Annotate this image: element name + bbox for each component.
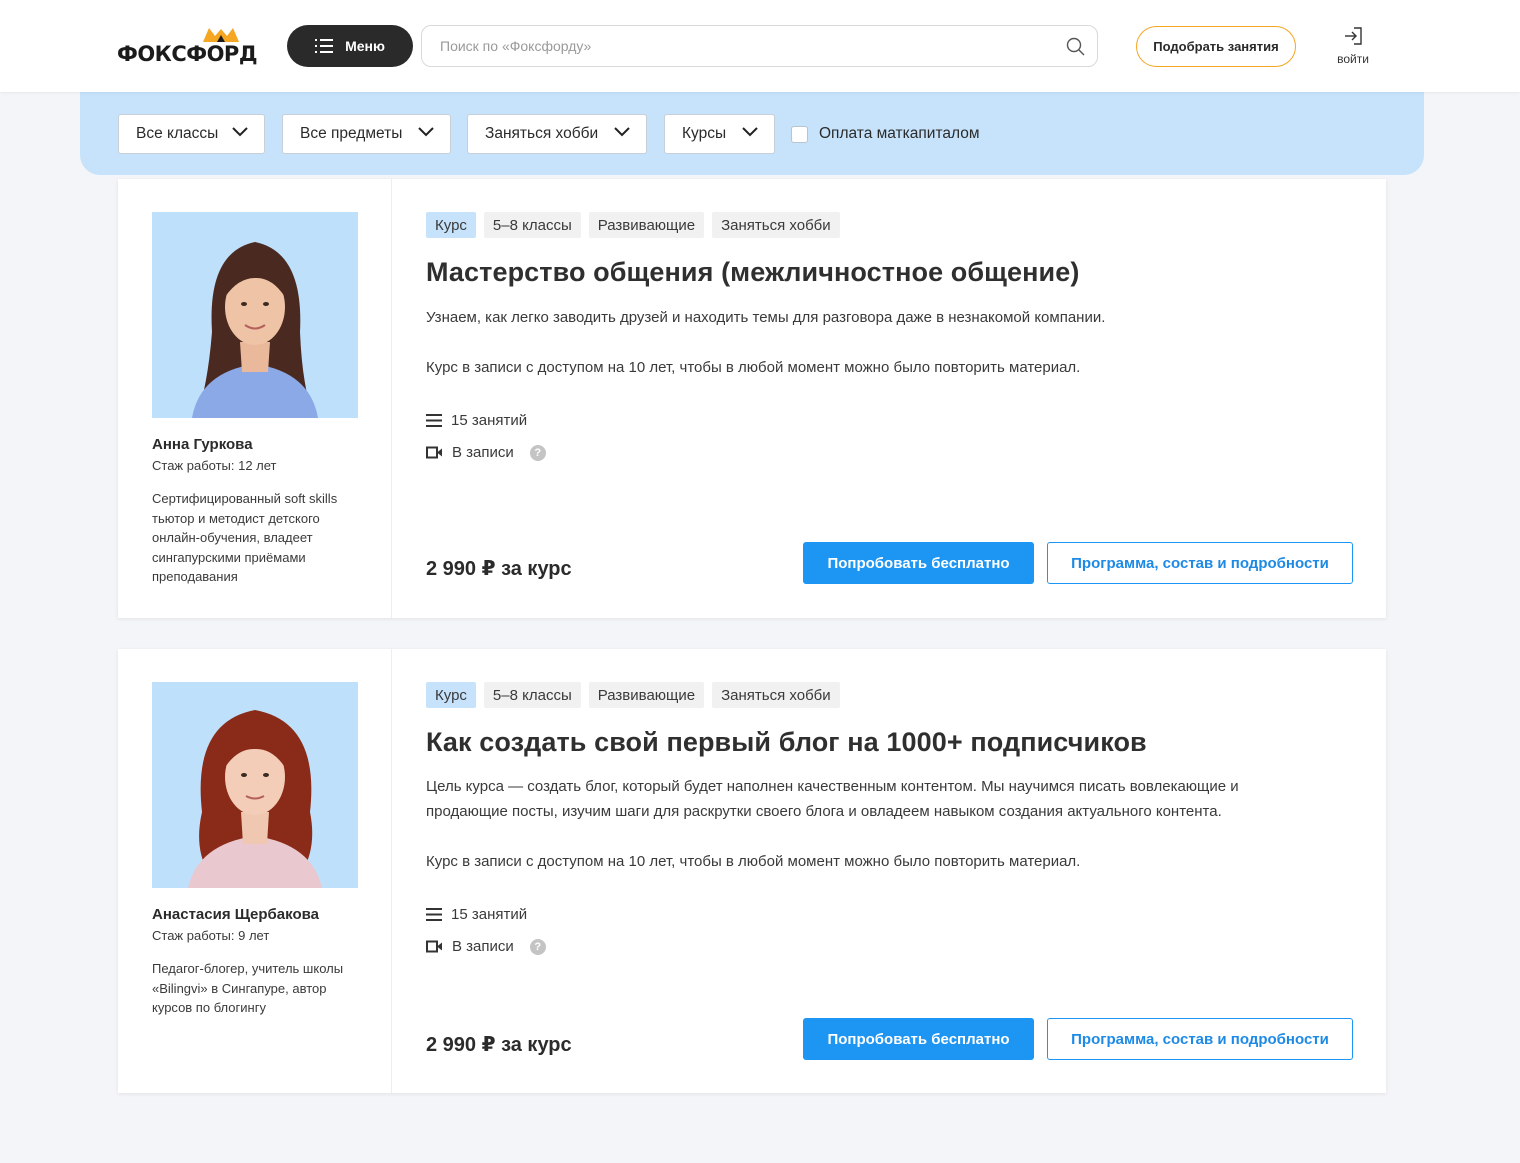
teacher-name: Анна Гуркова [152, 436, 253, 453]
tag-grades: 5–8 классы [483, 682, 581, 708]
course-tags: Курс 5–8 классы Развивающие Заняться хоб… [426, 682, 840, 708]
course-card: Анастасия Щербакова Стаж работы: 9 лет П… [118, 649, 1386, 1093]
course-info: Курс 5–8 классы Развивающие Заняться хоб… [426, 649, 1386, 1093]
course-tags: Курс 5–8 классы Развивающие Заняться хоб… [426, 212, 840, 238]
subjects-dropdown[interactable]: Все предметы [282, 114, 451, 154]
search-input[interactable] [440, 26, 1060, 66]
teacher-photo [152, 682, 358, 888]
course-price: 2 990 ₽ за курс [426, 1034, 572, 1056]
logo[interactable]: ФОКСФОРД [117, 26, 267, 68]
chevron-down-icon [614, 127, 630, 137]
format-label: В записи [452, 444, 514, 461]
course-format: В записи ? [426, 938, 546, 955]
teacher-portrait [192, 242, 318, 418]
course-description: Узнаем, как легко заводить друзей и нахо… [426, 309, 1106, 326]
sign-in-icon [1345, 27, 1362, 45]
lessons-label: 15 занятий [451, 906, 528, 923]
tag-type: Курс [426, 212, 476, 238]
goal-dropdown-label: Заняться хобби [485, 125, 599, 142]
goal-dropdown[interactable]: Заняться хобби [467, 114, 647, 154]
matcapital-label: Оплата маткапиталом [819, 125, 980, 142]
tag-type: Курс [426, 682, 476, 708]
teacher-portrait [188, 710, 322, 888]
program-details-button[interactable]: Программа, состав и подробности [1047, 542, 1353, 584]
course-title[interactable]: Мастерство общения (межличностное общени… [426, 257, 1079, 288]
course-title[interactable]: Как создать свой первый блог на 1000+ по… [426, 727, 1147, 758]
tag-category: Развивающие [588, 682, 705, 708]
list-icon [426, 908, 442, 921]
course-card: Анна Гуркова Стаж работы: 12 лет Сертифи… [118, 179, 1386, 618]
format-label: В записи [452, 938, 514, 955]
teacher-panel: Анна Гуркова Стаж работы: 12 лет Сертифи… [118, 179, 392, 618]
menu-button[interactable]: Меню [287, 25, 413, 67]
course-format: В записи ? [426, 444, 546, 461]
logo-text: ФОКСФОРД [117, 42, 258, 66]
filters-bar: Все классы Все предметы Заняться хобби К… [80, 80, 1424, 175]
classes-dropdown-label: Все классы [136, 125, 219, 142]
matcapital-checkbox[interactable] [791, 125, 808, 143]
course-info: Курс 5–8 классы Развивающие Заняться хоб… [426, 179, 1386, 618]
subjects-dropdown-label: Все предметы [300, 125, 403, 142]
pick-lessons-button[interactable]: Подобрать занятия [1136, 26, 1296, 67]
lessons-count: 15 занятий [426, 412, 527, 429]
type-dropdown[interactable]: Курсы [664, 114, 775, 154]
login-label: войти [1337, 52, 1369, 66]
menu-label: Меню [345, 38, 385, 54]
site-header: ФОКСФОРД Меню Подобрать занятия войти [0, 0, 1520, 92]
tag-category: Развивающие [588, 212, 705, 238]
search-icon[interactable] [1066, 37, 1085, 56]
login-button[interactable]: войти [1330, 27, 1376, 69]
teacher-photo [152, 212, 358, 418]
classes-dropdown[interactable]: Все классы [118, 114, 265, 154]
tag-goal: Заняться хобби [712, 682, 840, 708]
course-description: Цель курса — создать блог, который будет… [426, 778, 1239, 820]
chevron-down-icon [742, 127, 758, 137]
video-camera-icon [426, 940, 442, 953]
course-access-note: Курс в записи с доступом на 10 лет, чтоб… [426, 853, 1081, 870]
teacher-experience: Стаж работы: 12 лет [152, 458, 277, 473]
teacher-experience: Стаж работы: 9 лет [152, 928, 270, 943]
try-free-button[interactable]: Попробовать бесплатно [803, 542, 1034, 584]
matcapital-filter[interactable]: Оплата маткапиталом [791, 125, 980, 143]
question-icon[interactable]: ? [529, 938, 546, 955]
teacher-name: Анастасия Щербакова [152, 906, 319, 923]
question-icon[interactable]: ? [529, 444, 546, 461]
try-free-button[interactable]: Попробовать бесплатно [803, 1018, 1034, 1060]
list-icon [315, 39, 334, 53]
type-dropdown-label: Курсы [682, 125, 727, 142]
lessons-count: 15 занятий [426, 906, 527, 923]
list-icon [426, 414, 442, 427]
video-camera-icon [426, 446, 442, 459]
search-bar [421, 25, 1098, 67]
chevron-down-icon [418, 127, 434, 137]
course-access-note: Курс в записи с доступом на 10 лет, чтоб… [426, 359, 1081, 376]
course-price: 2 990 ₽ за курс [426, 558, 572, 580]
teacher-panel: Анастасия Щербакова Стаж работы: 9 лет П… [118, 649, 392, 1093]
chevron-down-icon [232, 127, 248, 137]
teacher-bio: Сертифицированный soft skills тьютор и м… [152, 491, 338, 584]
tag-goal: Заняться хобби [712, 212, 840, 238]
tag-grades: 5–8 классы [483, 212, 581, 238]
program-details-button[interactable]: Программа, состав и подробности [1047, 1018, 1353, 1060]
lessons-label: 15 занятий [451, 412, 528, 429]
teacher-bio: Педагог-блогер, учитель школы «Bilingvi»… [152, 961, 344, 1015]
